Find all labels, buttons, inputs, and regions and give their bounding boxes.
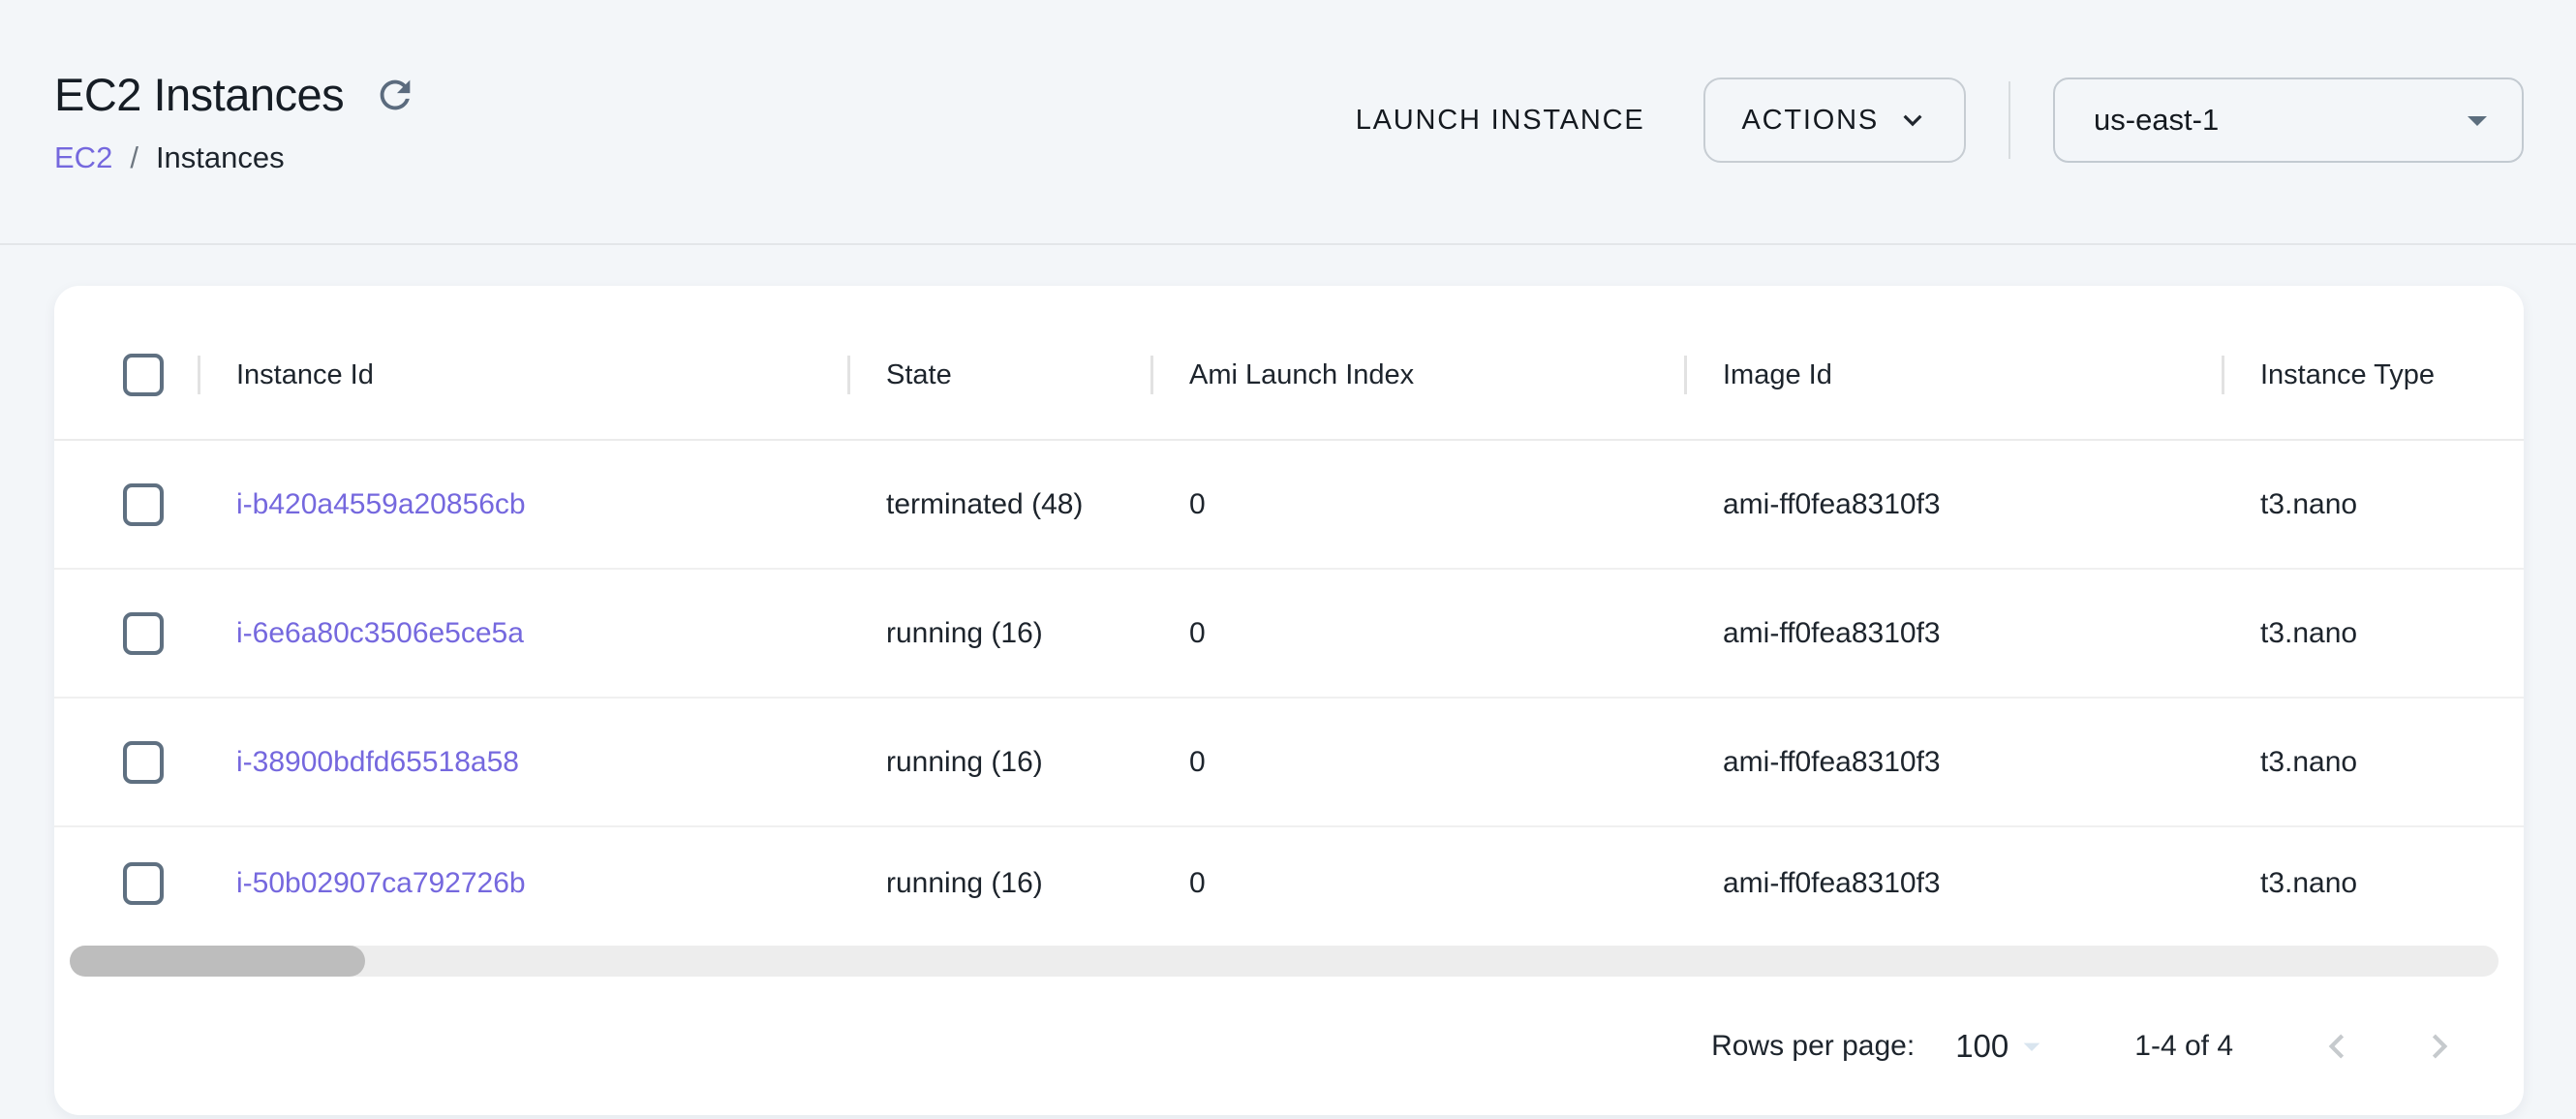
column-header-instance-type: Instance Type: [2222, 359, 2524, 391]
breadcrumb-current: Instances: [156, 140, 285, 175]
pagination-bar: Rows per page: 100 1-4 of 4: [54, 977, 2524, 1115]
instance-id-link[interactable]: i-6e6a80c3506e5ce5a: [236, 617, 524, 649]
pagination-range-label: 1-4 of 4: [2134, 1030, 2233, 1063]
breadcrumb: EC2 / Instances: [54, 140, 421, 175]
cell-image-id: ami-ff0fea8310f3: [1684, 488, 2222, 521]
horizontal-scrollbar-thumb[interactable]: [70, 946, 365, 977]
table-row: i-38900bdfd65518a58 running (16) 0 ami-f…: [54, 699, 2524, 827]
region-select[interactable]: us-east-1: [2053, 78, 2524, 163]
column-header-state: State: [847, 359, 1150, 391]
launch-instance-button[interactable]: LAUNCH INSTANCE: [1334, 105, 1667, 137]
cell-ami-launch-index: 0: [1150, 488, 1684, 521]
actions-button[interactable]: ACTIONS: [1703, 78, 1967, 163]
instance-id-link[interactable]: i-38900bdfd65518a58: [236, 746, 519, 778]
chevron-left-icon: [2313, 1022, 2361, 1071]
dropdown-arrow-icon: [2454, 97, 2500, 143]
refresh-button[interactable]: [369, 69, 421, 121]
row-checkbox[interactable]: [123, 741, 164, 784]
row-checkbox[interactable]: [123, 483, 164, 526]
previous-page-button[interactable]: [2313, 1022, 2361, 1071]
cell-image-id: ami-ff0fea8310f3: [1684, 867, 2222, 900]
cell-instance-type: t3.nano: [2222, 488, 2524, 521]
cell-instance-type: t3.nano: [2222, 617, 2524, 650]
page-title: EC2 Instances: [54, 68, 344, 121]
select-all-checkbox[interactable]: [123, 354, 164, 396]
page-header: EC2 Instances EC2 / Instances LAUNCH INS…: [0, 0, 2576, 245]
actions-button-label: ACTIONS: [1742, 105, 1880, 137]
toolbar-divider: [2009, 81, 2010, 159]
cell-state: running (16): [847, 617, 1150, 650]
cell-instance-type: t3.nano: [2222, 867, 2524, 900]
column-header-instance-id: Instance Id: [198, 359, 847, 391]
breadcrumb-link-ec2[interactable]: EC2: [54, 140, 112, 175]
row-checkbox[interactable]: [123, 612, 164, 655]
rows-per-page-label: Rows per page:: [1711, 1030, 1915, 1063]
column-header-image-id: Image Id: [1684, 359, 2222, 391]
cell-image-id: ami-ff0fea8310f3: [1684, 617, 2222, 650]
instance-id-link[interactable]: i-b420a4559a20856cb: [236, 488, 526, 520]
cell-ami-launch-index: 0: [1150, 746, 1684, 779]
region-select-value: us-east-1: [2094, 103, 2219, 138]
instance-id-link[interactable]: i-50b02907ca792726b: [236, 867, 526, 899]
refresh-icon: [373, 73, 417, 117]
cell-ami-launch-index: 0: [1150, 867, 1684, 900]
rows-per-page-value: 100: [1955, 1028, 2009, 1065]
column-header-ami-launch-index: Ami Launch Index: [1150, 359, 1684, 391]
cell-image-id: ami-ff0fea8310f3: [1684, 746, 2222, 779]
table-row: i-b420a4559a20856cb terminated (48) 0 am…: [54, 441, 2524, 570]
chevron-right-icon: [2415, 1022, 2464, 1071]
table-row: i-50b02907ca792726b running (16) 0 ami-f…: [54, 827, 2524, 940]
table-row: i-6e6a80c3506e5ce5a running (16) 0 ami-f…: [54, 570, 2524, 699]
cell-ami-launch-index: 0: [1150, 617, 1684, 650]
dropdown-arrow-icon: [2012, 1027, 2051, 1066]
next-page-button[interactable]: [2415, 1022, 2464, 1071]
cell-state: running (16): [847, 867, 1150, 900]
table-header-row: Instance Id State Ami Launch Index Image…: [54, 311, 2524, 441]
row-checkbox[interactable]: [123, 862, 164, 905]
cell-instance-type: t3.nano: [2222, 746, 2524, 779]
rows-per-page-select[interactable]: 100: [1955, 1027, 2051, 1066]
cell-state: running (16): [847, 746, 1150, 779]
breadcrumb-separator: /: [130, 140, 138, 175]
page-header-left: EC2 Instances EC2 / Instances: [54, 0, 421, 243]
horizontal-scrollbar-track[interactable]: [70, 946, 2499, 977]
chevron-down-icon: [1894, 102, 1931, 139]
page-header-actions: LAUNCH INSTANCE ACTIONS us-east-1: [1334, 78, 2524, 163]
header-checkbox-cell: [54, 354, 198, 396]
instances-card: Instance Id State Ami Launch Index Image…: [54, 286, 2524, 1115]
cell-state: terminated (48): [847, 488, 1150, 521]
